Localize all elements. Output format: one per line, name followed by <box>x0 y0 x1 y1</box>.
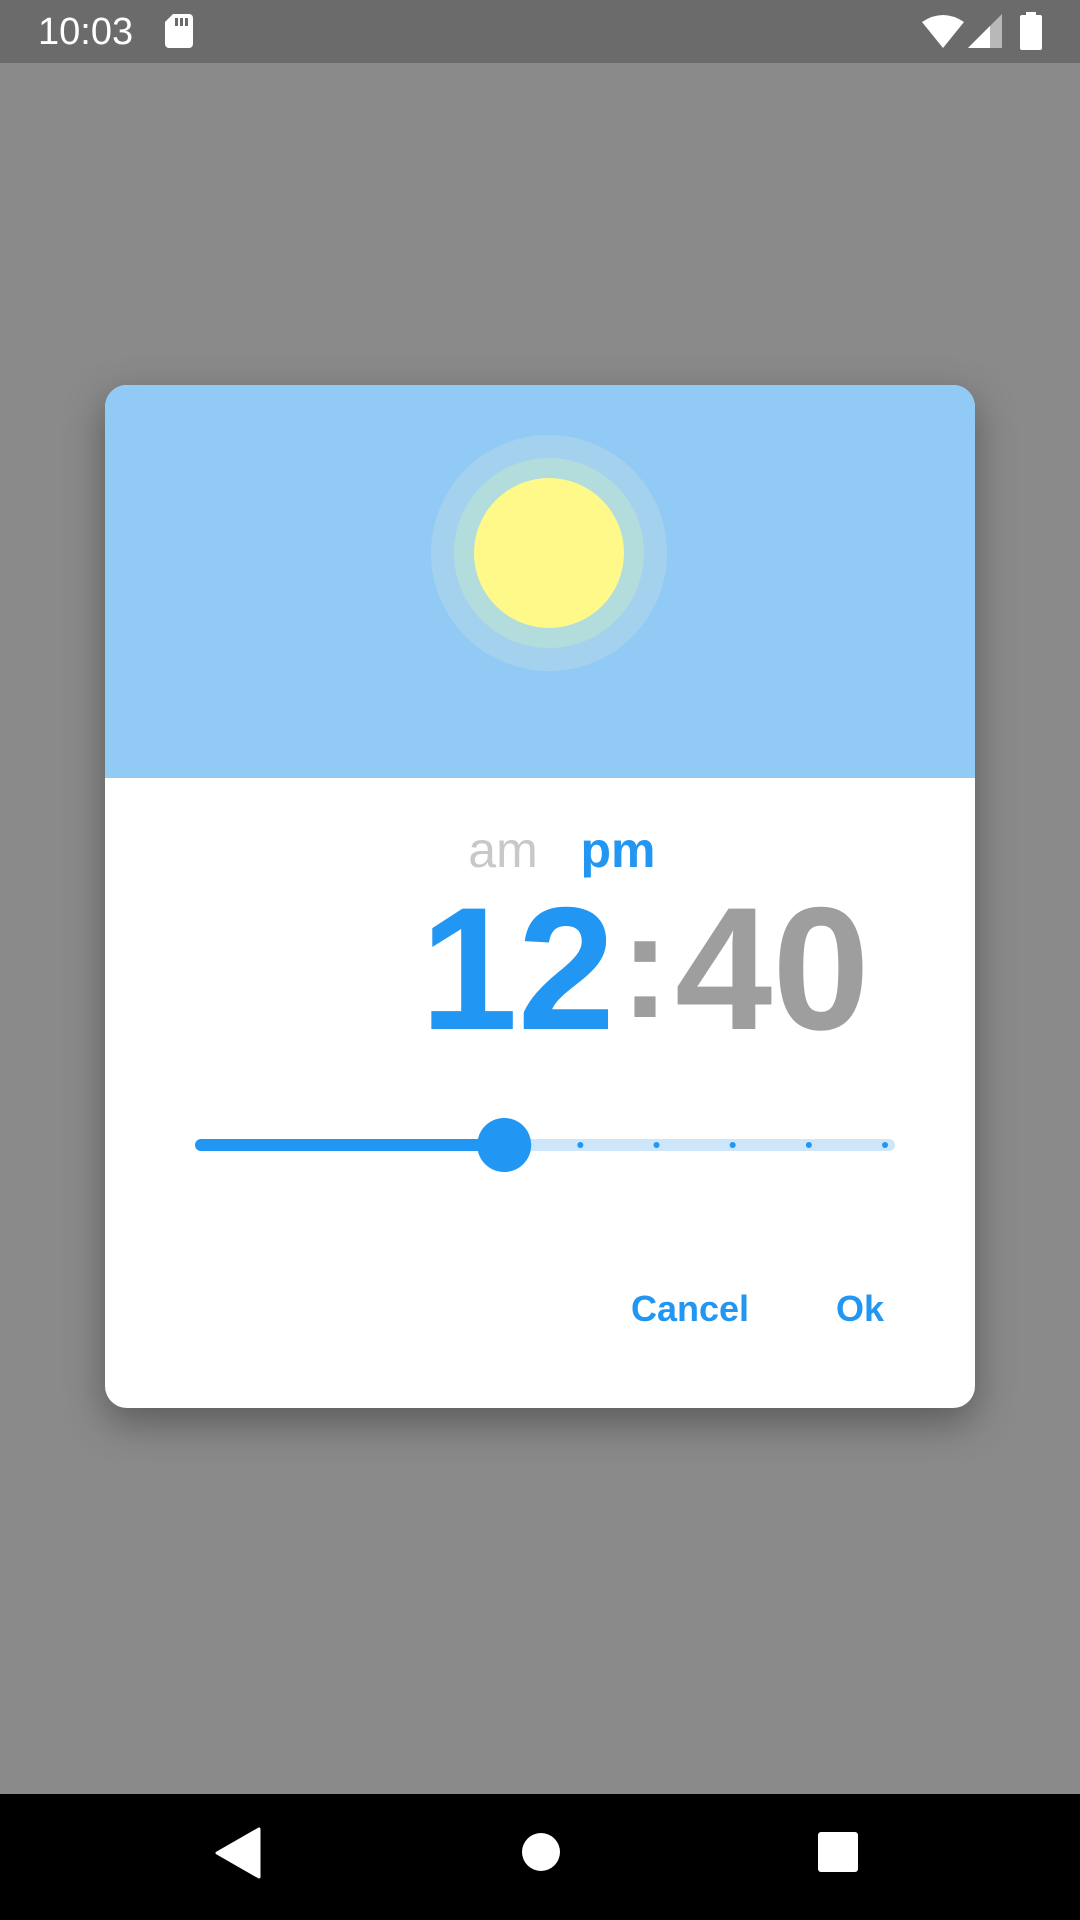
battery-icon <box>1020 12 1042 50</box>
wifi-icon <box>922 15 964 48</box>
slider-tick <box>882 1142 888 1148</box>
slider-tick <box>653 1142 660 1148</box>
status-bar: 10:03 <box>0 0 1080 63</box>
slider-tick <box>577 1142 584 1148</box>
time-slider[interactable] <box>195 1115 895 1175</box>
slider-fill <box>195 1139 505 1151</box>
cancel-button[interactable]: Cancel <box>615 1279 765 1339</box>
time-separator: : <box>620 881 670 1049</box>
ok-button[interactable]: Ok <box>815 1279 905 1339</box>
sun-icon <box>431 435 667 671</box>
slider-tick <box>729 1142 736 1148</box>
sd-card-icon <box>165 14 193 48</box>
slider-tick <box>805 1142 812 1148</box>
time-picker-dialog: am pm 12 : 40 <box>105 385 975 1408</box>
home-icon[interactable] <box>520 1831 562 1873</box>
slider-thumb[interactable] <box>477 1118 532 1172</box>
back-icon[interactable] <box>215 1827 261 1879</box>
status-time: 10:03 <box>38 11 134 53</box>
dialog-header <box>105 385 975 778</box>
minute-value[interactable]: 40 <box>675 882 905 1057</box>
recents-icon[interactable] <box>817 1831 859 1873</box>
hour-value[interactable]: 12 <box>305 882 615 1057</box>
time-display: 12 : 40 <box>105 881 975 1057</box>
signal-icon <box>968 14 1002 48</box>
navigation-bar <box>0 1794 1080 1920</box>
